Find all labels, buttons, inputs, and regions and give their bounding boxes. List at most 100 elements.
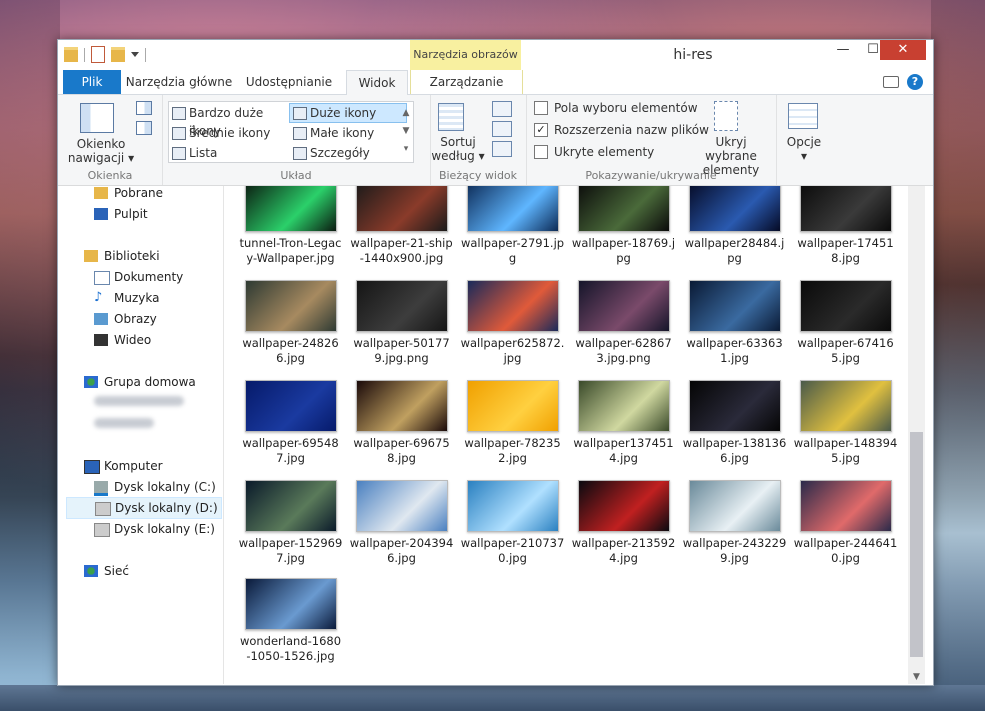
item-checkboxes-option[interactable]: Pola wyboru elementów [534, 99, 698, 117]
homegroup-icon [84, 376, 98, 388]
sort-by-icon[interactable] [438, 103, 464, 131]
file-item[interactable]: wallpaper-695487.jpg [238, 380, 343, 466]
image-thumbnail [244, 280, 337, 332]
file-name: wallpaper-1483945.jpg [793, 436, 898, 465]
file-item[interactable]: tunnel-Tron-Legacy-Wallpaper.jpg [238, 186, 343, 266]
file-item[interactable]: wallpaper28484.jpg [682, 186, 787, 266]
file-item[interactable]: wallpaper1374514.jpg [571, 380, 676, 466]
folder-icon[interactable] [64, 47, 78, 62]
tab-share[interactable]: Udostępnianie [244, 70, 334, 94]
file-item[interactable]: wallpaper625872.jpg [460, 280, 565, 366]
file-item[interactable]: wallpaper-248266.jpg [238, 280, 343, 366]
file-item[interactable]: wallpaper-21-ship-1440x900.jpg [349, 186, 454, 266]
tab-view[interactable]: Widok [346, 70, 408, 95]
nav-item-network[interactable]: Sieć [84, 561, 214, 581]
image-thumbnail [688, 186, 781, 232]
image-thumbnail [688, 280, 781, 332]
details-pane-icon[interactable] [136, 121, 152, 135]
file-item[interactable]: wallpaper-674165.jpg [793, 280, 898, 366]
pictures-icon [94, 313, 108, 325]
nav-item-libraries[interactable]: Biblioteki [84, 246, 214, 266]
file-item[interactable]: wallpaper-633631.jpg [682, 280, 787, 366]
tab-manage[interactable]: Zarządzanie [410, 70, 523, 94]
nav-item-pictures[interactable]: Obrazy [94, 309, 214, 329]
group-by-icon[interactable] [492, 101, 512, 117]
file-item[interactable]: wallpaper-1381366.jpg [682, 380, 787, 466]
nav-item-desktop[interactable]: Pulpit [94, 204, 214, 224]
hidden-items-checkbox[interactable] [534, 145, 548, 159]
preview-pane-icon[interactable] [136, 101, 152, 115]
file-item[interactable]: wallpaper-696758.jpg [349, 380, 454, 466]
image-thumbnail [799, 280, 892, 332]
group-label-panes: Okienka [87, 169, 133, 182]
file-item[interactable]: wallpaper-1483945.jpg [793, 380, 898, 466]
file-item[interactable]: wallpaper-2043946.jpg [349, 480, 454, 566]
file-name: wallpaper-501779.jpg.png [353, 336, 450, 365]
navigation-pane-button[interactable]: Okienko nawigacji ▾ [66, 137, 136, 165]
tab-file[interactable]: Plik [63, 70, 121, 94]
file-item[interactable]: wallpaper-2446410.jpg [793, 480, 898, 566]
file-item[interactable]: wallpaper-2107370.jpg [460, 480, 565, 566]
file-item[interactable]: wallpaper-782352.jpg [460, 380, 565, 466]
nav-item-drive-c[interactable]: Dysk lokalny (C:) [94, 477, 216, 497]
vertical-scrollbar[interactable]: ▼ [908, 186, 925, 684]
properties-icon[interactable] [91, 46, 105, 63]
file-item[interactable]: wallpaper-2432299.jpg [682, 480, 787, 566]
file-item[interactable]: wallpaper-1529697.jpg [238, 480, 343, 566]
file-item[interactable]: wallpaper-628673.jpg.png [571, 280, 676, 366]
image-thumbnail [577, 186, 670, 232]
nav-item-videos[interactable]: Wideo [94, 330, 214, 350]
options-button[interactable]: Opcje ▾ [776, 135, 832, 163]
navigation-pane-icon[interactable] [80, 103, 114, 133]
hide-selected-icon[interactable] [714, 101, 738, 131]
file-item[interactable]: wallpaper-501779.jpg.png [349, 280, 454, 366]
customize-toolbar-arrow-icon[interactable] [131, 52, 139, 57]
file-name: wallpaper-2135924.jpg [571, 536, 676, 565]
file-item[interactable]: wallpaper-174518.jpg [793, 186, 898, 266]
nav-item-drive-d[interactable]: Dysk lokalny (D:) [66, 497, 222, 519]
scrollbar-thumb[interactable] [910, 432, 923, 657]
layout-extra-large-icons[interactable]: Bardzo duże ikony [169, 104, 289, 138]
file-name: wallpaper-2432299.jpg [682, 536, 787, 565]
ribbon: Okienko nawigacji ▾ Okienka Bardzo duże … [58, 95, 933, 186]
layout-medium-icons[interactable]: Średnie ikony [169, 124, 289, 142]
item-checkboxes-checkbox[interactable] [534, 101, 548, 115]
file-extensions-option[interactable]: ✓ Rozszerzenia nazw plików [534, 121, 709, 139]
file-name: wallpaper-674165.jpg [797, 336, 894, 365]
add-columns-icon[interactable] [492, 121, 512, 137]
help-icon[interactable]: ? [907, 74, 923, 90]
scroll-down-arrow-icon[interactable]: ▼ [908, 672, 925, 682]
file-item[interactable]: wallpaper-2135924.jpg [571, 480, 676, 566]
nav-item-drive-e[interactable]: Dysk lokalny (E:) [94, 519, 216, 539]
close-button[interactable]: ✕ [880, 40, 926, 60]
size-columns-icon[interactable] [492, 141, 512, 157]
file-name: wonderland-1680-1050-1526.jpg [239, 634, 342, 663]
desktop-wallpaper-bottom [0, 685, 985, 711]
list-icon [172, 147, 186, 160]
layout-list[interactable]: Lista [169, 144, 289, 162]
minimize-ribbon-icon[interactable] [883, 76, 899, 88]
hidden-items-option[interactable]: Ukryte elementy [534, 143, 654, 161]
nav-item-music[interactable]: ♪ Muzyka [94, 288, 214, 308]
layout-large-icons[interactable]: Duże ikony [289, 103, 407, 123]
layout-small-icons[interactable]: Małe ikony [290, 124, 406, 142]
minimize-button[interactable]: — [828, 40, 858, 60]
file-item[interactable]: wallpaper-2791.jpg [460, 186, 565, 266]
nav-item-computer[interactable]: Komputer [84, 456, 214, 476]
ribbon-tabs: Plik Narzędzia główne Udostępnianie Wido… [58, 70, 933, 95]
file-extensions-checkbox[interactable]: ✓ [534, 123, 548, 137]
file-item[interactable]: wallpaper-18769.jpg [571, 186, 676, 266]
nav-item-homegroup[interactable]: Grupa domowa [84, 372, 214, 392]
sort-by-button[interactable]: Sortuj według ▾ [430, 135, 486, 163]
nav-item-documents[interactable]: Dokumenty [94, 267, 214, 287]
videos-icon [94, 334, 108, 346]
nav-item-downloads[interactable]: Pobrane [94, 183, 214, 203]
tab-home[interactable]: Narzędzia główne [124, 70, 234, 94]
new-folder-icon[interactable] [111, 47, 125, 62]
group-label-layout: Układ [280, 169, 312, 182]
group-options: Opcje ▾ [776, 95, 832, 185]
layout-details[interactable]: Szczegóły [290, 144, 406, 162]
layout-gallery-scroll[interactable]: ▲ ▼ ▾ [401, 104, 411, 158]
file-item[interactable]: wonderland-1680-1050-1526.jpg [238, 578, 343, 664]
options-icon[interactable] [788, 103, 818, 129]
